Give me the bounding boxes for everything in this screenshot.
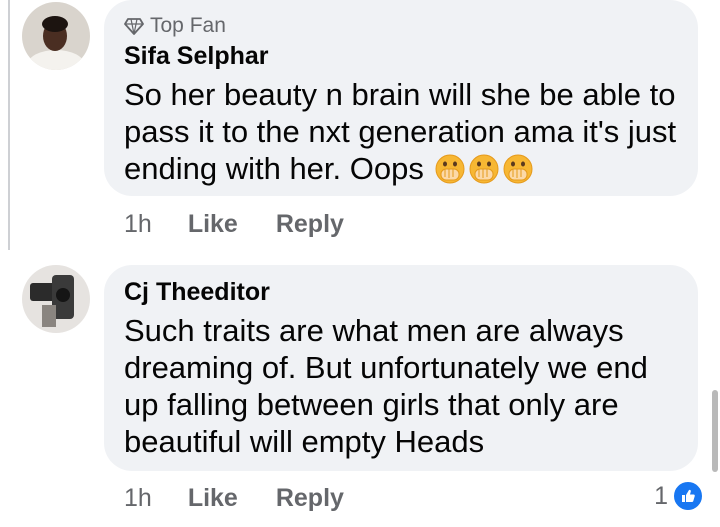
like-button[interactable]: Like [188, 210, 238, 239]
badge-label: Top Fan [150, 14, 226, 37]
comment-text: Such traits are what men are always drea… [124, 312, 694, 460]
diamond-icon [124, 18, 144, 35]
comment-author[interactable]: Cj Theeditor [124, 277, 270, 307]
scrollbar[interactable] [712, 390, 718, 472]
avatar[interactable] [22, 265, 90, 333]
comment-time[interactable]: 1h [124, 210, 152, 239]
comment-line: up falling between girls that only are [124, 387, 619, 422]
comment-line: dreaming of. But unfortunately we end [124, 350, 648, 385]
thread-line [8, 0, 10, 250]
comment-line: So her beauty n brain will she be able t… [124, 77, 676, 112]
like-button[interactable]: Like [188, 484, 238, 513]
comment-text: So her beauty n brain will she be able t… [124, 76, 694, 187]
top-fan-badge: Top Fan [124, 14, 226, 38]
comment-line: pass it to the nxt generation ama it's j… [124, 114, 677, 149]
hand-over-mouth-emoji [469, 154, 499, 184]
hand-over-mouth-emoji [503, 154, 533, 184]
comment-line-with-emoji: ending with her. Oops [124, 150, 694, 187]
reply-button[interactable]: Reply [276, 484, 344, 513]
reaction-count: 1 [654, 481, 668, 510]
avatar-photo [22, 2, 90, 70]
thumbs-up-icon [672, 480, 704, 512]
comment-bubble: Cj Theeditor Such traits are what men ar… [104, 265, 698, 471]
comment-time[interactable]: 1h [124, 484, 152, 513]
avatar[interactable] [22, 2, 90, 70]
avatar-photo [22, 265, 90, 333]
comment-line: beautiful will empty Heads [124, 424, 485, 459]
reply-button[interactable]: Reply [276, 210, 344, 239]
comment-line: ending with her. Oops [124, 151, 424, 186]
comment-actions: 1h Like Reply [124, 210, 344, 239]
comment-actions: 1h Like Reply [124, 484, 344, 513]
comment-line: Such traits are what men are always [124, 313, 624, 348]
comment-author[interactable]: Sifa Selphar [124, 41, 269, 71]
reaction-summary[interactable]: 1 [654, 480, 704, 512]
comment-bubble: Top Fan Sifa Selphar So her beauty n bra… [104, 0, 698, 196]
hand-over-mouth-emoji [435, 154, 465, 184]
